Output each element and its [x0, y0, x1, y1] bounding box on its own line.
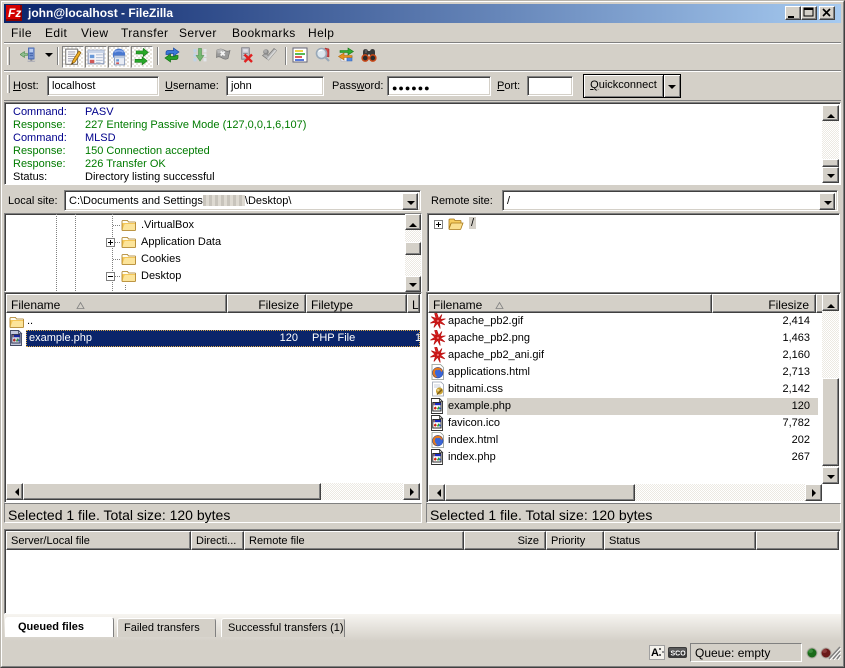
- svg-text:Fz: Fz: [8, 6, 21, 20]
- svg-text:SCO: SCO: [671, 651, 687, 658]
- svg-text:A: A: [651, 647, 659, 659]
